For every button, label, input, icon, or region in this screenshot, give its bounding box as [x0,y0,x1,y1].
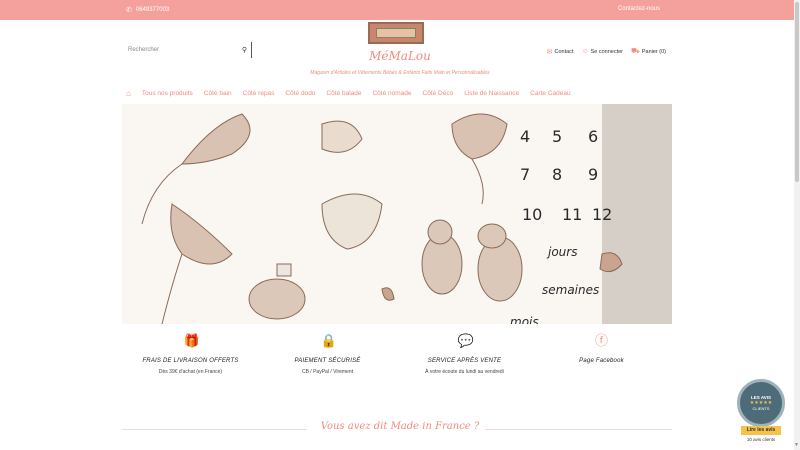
brand-title: MéMaLou [369,49,431,63]
feature-secure-payment: 🔒 PAIEMENT SÉCURISÉ CB / PayPal / Vireme… [259,330,396,376]
svg-text:5: 5 [552,127,562,146]
facebook-icon[interactable]: ⓕ [595,334,609,348]
nav-item-sleep[interactable]: Côté dodo [285,90,315,97]
feature-sub: CB / PayPal / Virement [301,369,354,375]
svg-text:11: 11 [562,205,582,224]
svg-text:8: 8 [552,165,562,184]
nav-item-birth-list[interactable]: Liste de Naissance [464,90,519,97]
home-icon[interactable]: ⌂ [126,89,131,98]
scroll-down-arrow-icon[interactable]: ▼ [794,442,799,448]
svg-text:9: 9 [588,165,598,184]
reviews-widget[interactable]: LES AVIS ★★★★★ CLIENTS Lire les avis 10 … [737,379,785,445]
feature-title: PAIEMENT SÉCURISÉ [294,358,361,364]
svg-text:10: 10 [522,205,542,224]
header-links: ✉ Contact ☺ Se connecter ⛟ Panier (0) [547,47,666,56]
svg-text:12: 12 [592,205,612,224]
chat-icon: 💬 [457,333,474,348]
phone-icon: ✆ [126,7,132,14]
header-link-label: Panier (0) [641,48,666,55]
feature-sub: À votre écoute du lundi au vendredi [425,369,504,375]
nav-item-gift-card[interactable]: Carte Cadeau [530,90,570,97]
nav-item-all-products[interactable]: Tous nos produits [142,90,193,97]
feature-after-sales: 💬 SERVICE APRÈS VENTE À votre écoute du … [396,330,533,376]
svg-text:7: 7 [520,165,530,184]
svg-text:6: 6 [588,127,598,146]
logo-emblem [376,28,416,38]
svg-text:jours: jours [546,245,577,259]
main-nav: ⌂ Tous nos produits Côté bain Côté repas… [122,85,672,101]
svg-text:4: 4 [520,127,530,146]
gift-icon: 🎁 [183,333,200,348]
header-link-label: Se connecter [590,48,624,55]
nav-item-nomad[interactable]: Côté nomade [372,90,411,97]
reviews-badge-bottom: CLIENTS [752,406,770,411]
milestone-numbers: 4 5 6 7 8 9 10 11 12 jours semaines mois [510,127,612,324]
mail-icon: ✉ [546,48,553,56]
features-row: 🎁 FRAIS DE LIVRAISON OFFERTS Dès 39€ d'a… [122,330,672,390]
brand-tagline: Magasin d'Articles et Vêtements Bébés & … [310,70,490,76]
nav-item-stroll[interactable]: Côté balade [326,90,361,97]
feature-sub: Dès 39€ d'achat (en France) [158,369,223,375]
banner-illustration: 4 5 6 7 8 9 10 11 12 jours semaines mois [141,113,623,324]
feature-free-shipping: 🎁 FRAIS DE LIVRAISON OFFERTS Dès 39€ d'a… [122,330,259,376]
svg-text:mois: mois [510,315,539,324]
feature-title: SERVICE APRÈS VENTE [427,358,502,364]
nav-item-deco[interactable]: Côté Déco [423,90,454,97]
hero-banner[interactable]: 4 5 6 7 8 9 10 11 12 jours semaines mois [122,104,672,324]
scrollbar-thumb[interactable] [795,2,799,182]
shop-logo[interactable] [368,22,424,44]
phone-contact[interactable]: ✆ 0649377003 [126,6,169,14]
header-login-link[interactable]: ☺ Se connecter [581,47,623,56]
header-contact-link[interactable]: ✉ Contact [547,47,574,56]
feature-title[interactable]: Page Facebook [533,358,670,364]
nav-item-meals[interactable]: Côté repas [243,90,275,97]
svg-text:semaines: semaines [542,283,599,297]
header-link-label: Contact [554,48,574,55]
nav-item-bath[interactable]: Côté bain [204,90,232,97]
bunny-illustration [248,219,523,320]
page-scrollbar[interactable]: ▼ [794,0,800,450]
lock-icon: 🔒 [320,333,337,348]
feature-facebook[interactable]: ⓕ Page Facebook [533,330,670,369]
reviews-count: 10 avis clients [746,437,776,442]
user-icon: ☺ [581,48,589,55]
contact-link[interactable]: Contactez-nous [618,6,660,12]
read-reviews-link[interactable]: Lire les avis [741,426,781,435]
reviews-badge[interactable]: LES AVIS ★★★★★ CLIENTS [737,379,785,427]
phone-number: 0649377003 [135,7,170,13]
top-bar: ✆ 0649377003 Contactez-nous [0,0,800,20]
header-cart-link[interactable]: ⛟ Panier (0) [631,47,666,56]
section-title: Vous avez dit Made in France ? [320,421,480,432]
feature-title: FRAIS DE LIVRAISON OFFERTS [142,358,239,364]
cart-icon: ⛟ [631,48,640,55]
